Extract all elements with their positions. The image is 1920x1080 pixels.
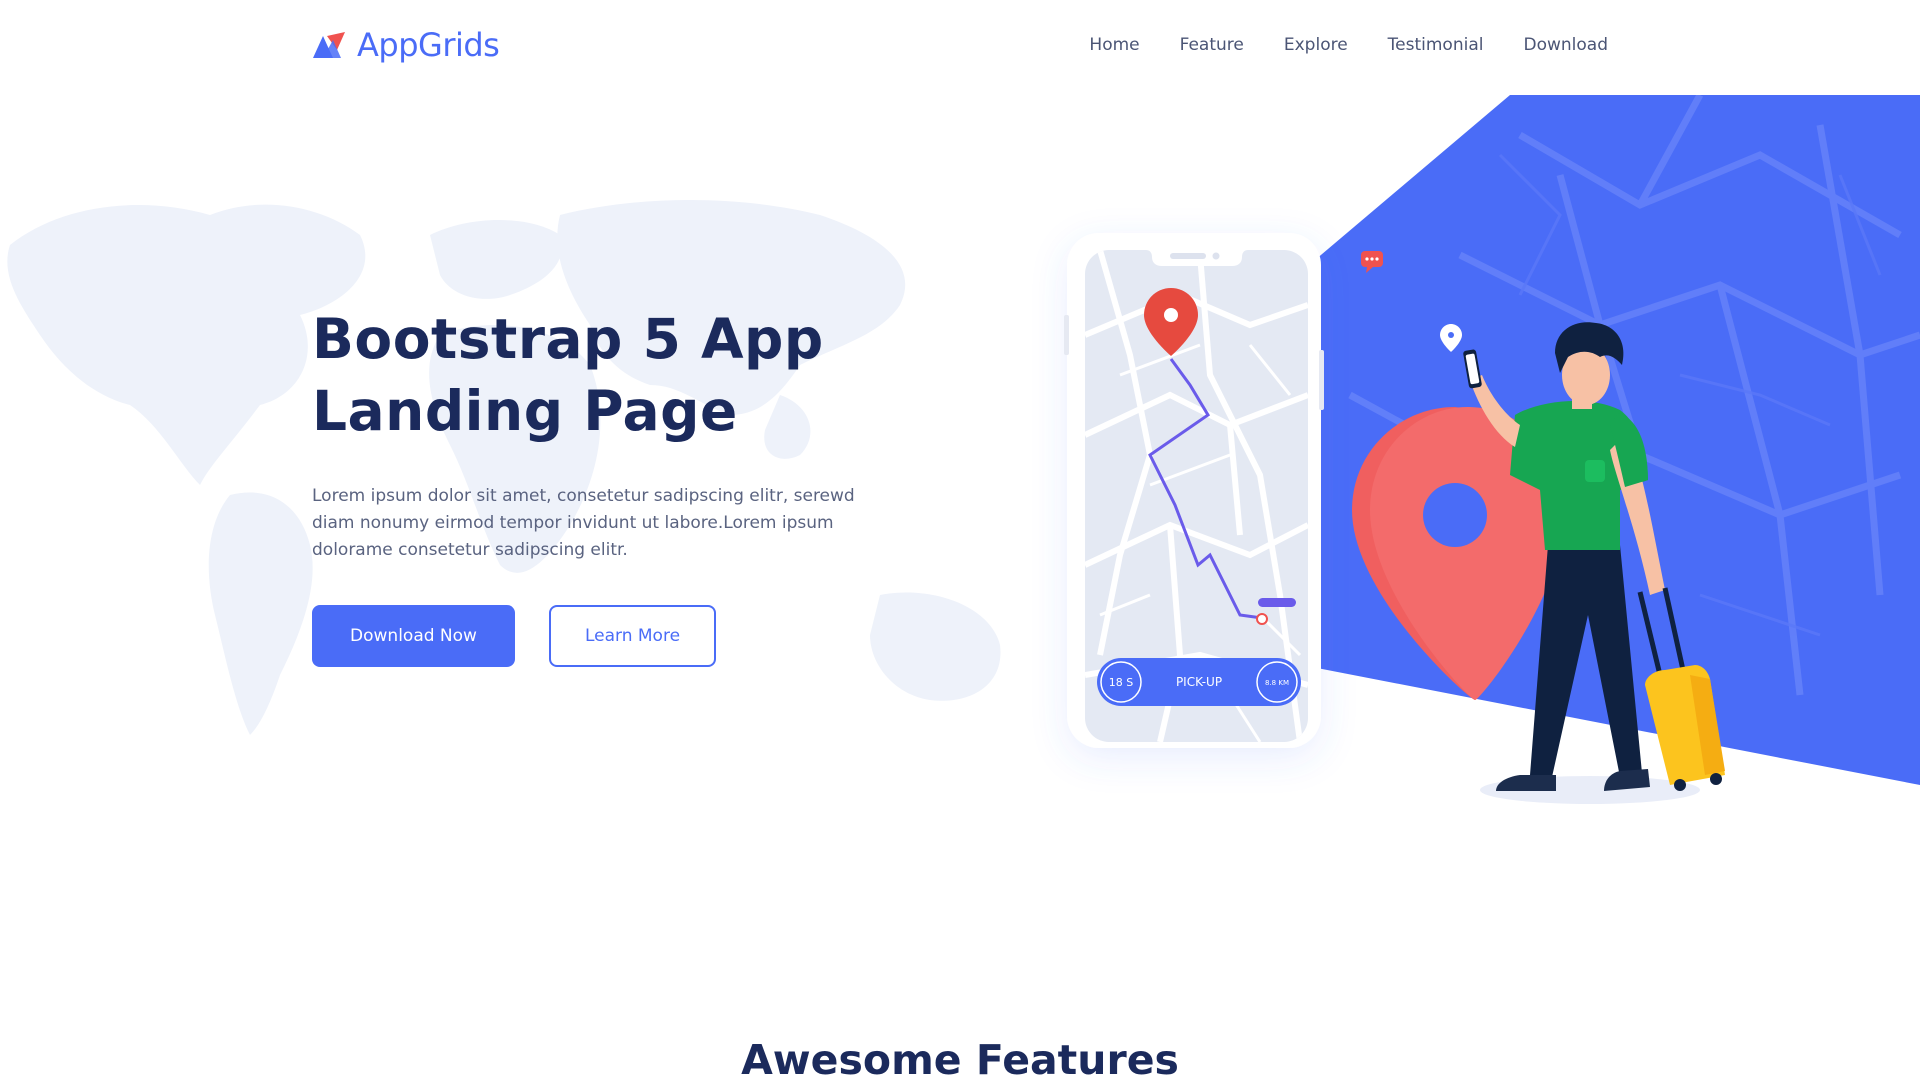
features-section-title: Awesome Features (741, 1036, 1179, 1080)
pickup-bar: 18 S PICK-UP 8.8 KM (1097, 658, 1301, 706)
logo-icon (313, 32, 345, 58)
phone-left-badge: 18 S (1109, 676, 1133, 689)
nav-home[interactable]: Home (1089, 35, 1139, 55)
hero-illustration: 18 S PICK-UP 8.8 KM (1064, 95, 1920, 804)
learn-more-button[interactable]: Learn More (549, 605, 716, 667)
main-nav: Home Feature Explore Testimonial Downloa… (1089, 35, 1608, 55)
site-header: AppGrids Home Feature Explore Testimonia… (0, 0, 1920, 95)
hero-section: Bootstrap 5 App Landing Page Lorem ipsum… (0, 95, 1920, 895)
phone-right-badge: 8.8 KM (1265, 679, 1289, 687)
nav-testimonial[interactable]: Testimonial (1388, 35, 1484, 55)
hero-title: Bootstrap 5 App Landing Page (312, 307, 824, 443)
nav-explore[interactable]: Explore (1284, 35, 1348, 55)
brand-name: AppGrids (357, 26, 500, 64)
brand-logo[interactable]: AppGrids (311, 26, 500, 64)
nav-download[interactable]: Download (1523, 35, 1608, 55)
hero-description: Lorem ipsum dolor sit amet, consetetur s… (312, 486, 855, 560)
phone-mockup: 18 S PICK-UP 8.8 KM (1064, 233, 1324, 748)
phone-pickup-label: PICK-UP (1176, 675, 1222, 689)
download-now-button[interactable]: Download Now (312, 605, 515, 667)
nav-feature[interactable]: Feature (1180, 35, 1244, 55)
